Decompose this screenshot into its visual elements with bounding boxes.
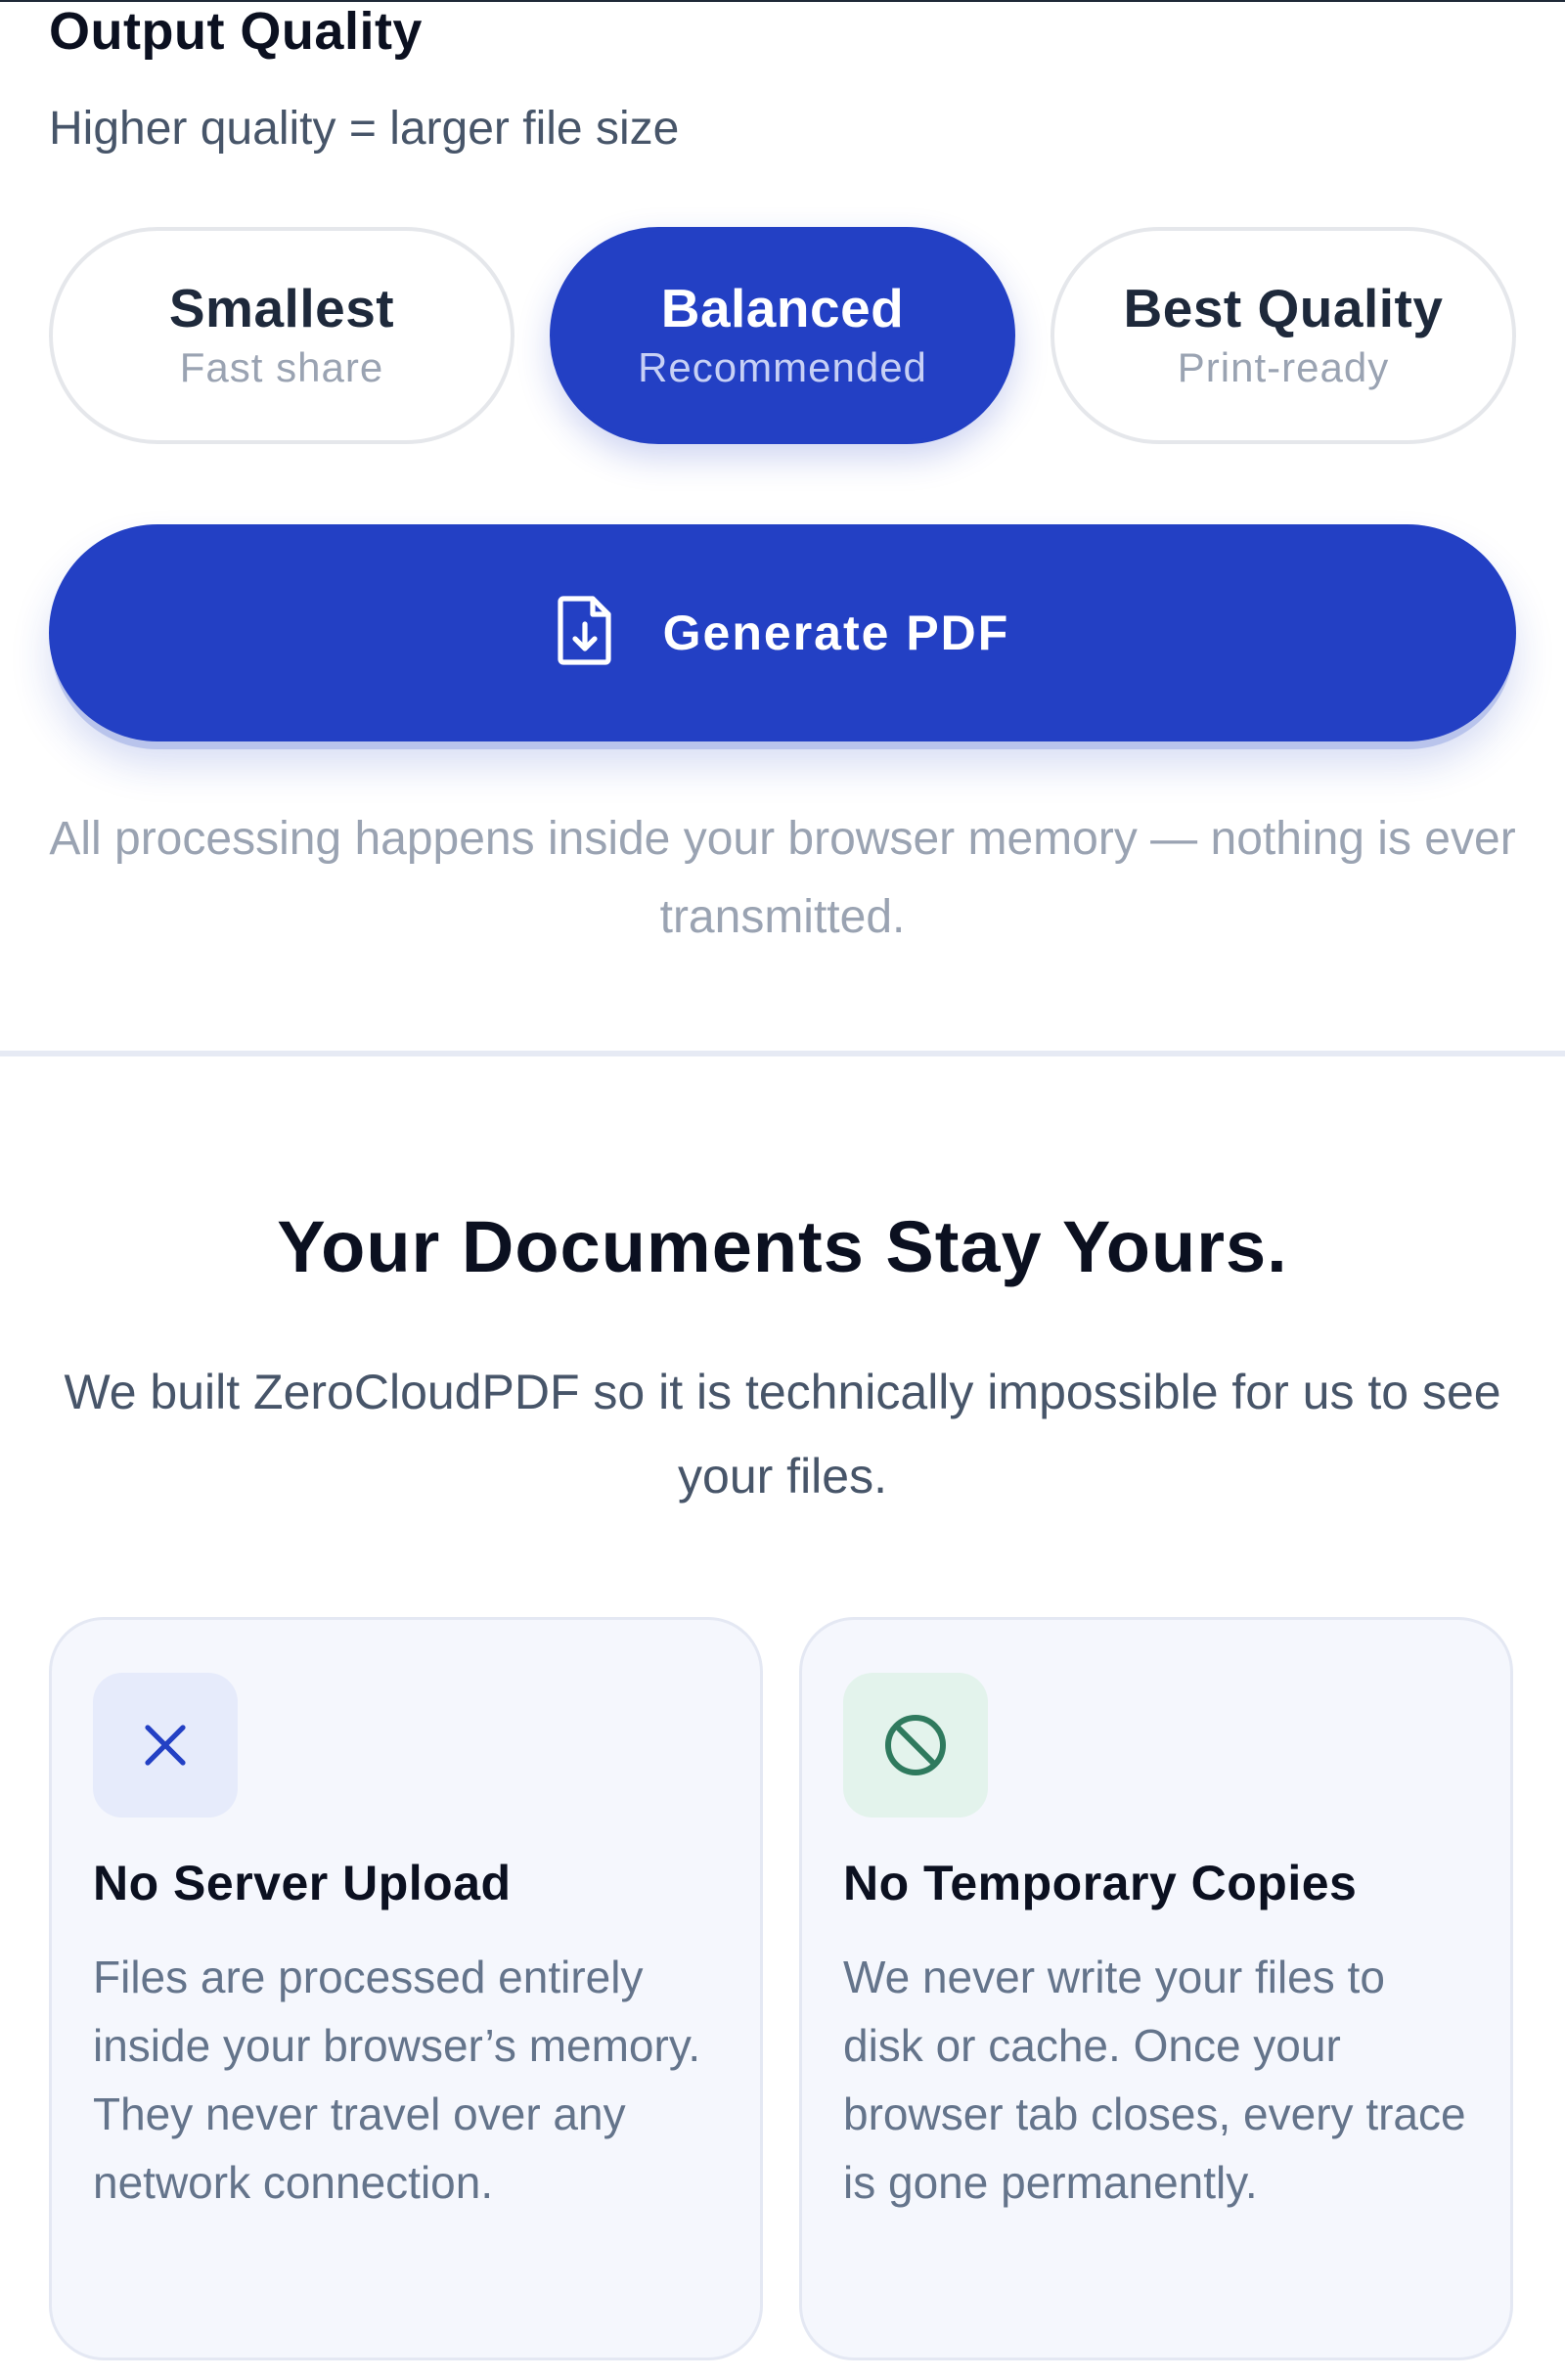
quality-option-label: Best Quality <box>1123 278 1444 338</box>
privacy-section: Your Documents Stay Yours. We built Zero… <box>0 1056 1565 2380</box>
output-quality-subtitle: Higher quality = larger file size <box>49 103 680 155</box>
quality-option-smallest[interactable]: Smallest Fast share <box>49 227 514 444</box>
feature-title: No Temporary Copies <box>843 1856 1358 1910</box>
quality-option-balanced[interactable]: Balanced Recommended <box>550 227 1015 444</box>
feature-card-no-temporary-copies: No Temporary Copies We never write your … <box>799 1617 1513 2360</box>
quality-option-best-quality[interactable]: Best Quality Print-ready <box>1051 227 1516 444</box>
output-quality-section: Output Quality Higher quality = larger f… <box>0 0 1565 1053</box>
quality-option-sublabel: Fast share <box>179 344 384 390</box>
feature-body: We never write your files to disk or cac… <box>843 1952 1466 2208</box>
prohibited-icon <box>843 1673 988 1818</box>
generate-pdf-button[interactable]: Generate PDF <box>49 524 1516 741</box>
quality-option-label: Balanced <box>660 278 905 338</box>
feature-body: Files are processed entirely inside your… <box>93 1952 701 2208</box>
privacy-note: All processing happens inside your brows… <box>49 813 1516 943</box>
quality-option-sublabel: Print-ready <box>1177 344 1390 390</box>
quality-option-sublabel: Recommended <box>638 344 927 390</box>
output-quality-title: Output Quality <box>49 2 423 61</box>
file-download-icon <box>556 595 624 671</box>
privacy-heading: Your Documents Stay Yours. <box>277 1206 1288 1287</box>
quality-option-label: Smallest <box>168 278 395 338</box>
feature-card-no-server-upload: No Server Upload Files are processed ent… <box>49 1617 763 2360</box>
quality-option-group: Smallest Fast share Balanced Recommended… <box>49 227 1516 444</box>
generate-pdf-label: Generate PDF <box>662 606 1010 660</box>
privacy-description: We built ZeroCloudPDF so it is technical… <box>64 1365 1501 1504</box>
feature-title: No Server Upload <box>93 1856 512 1910</box>
close-icon <box>93 1673 238 1818</box>
